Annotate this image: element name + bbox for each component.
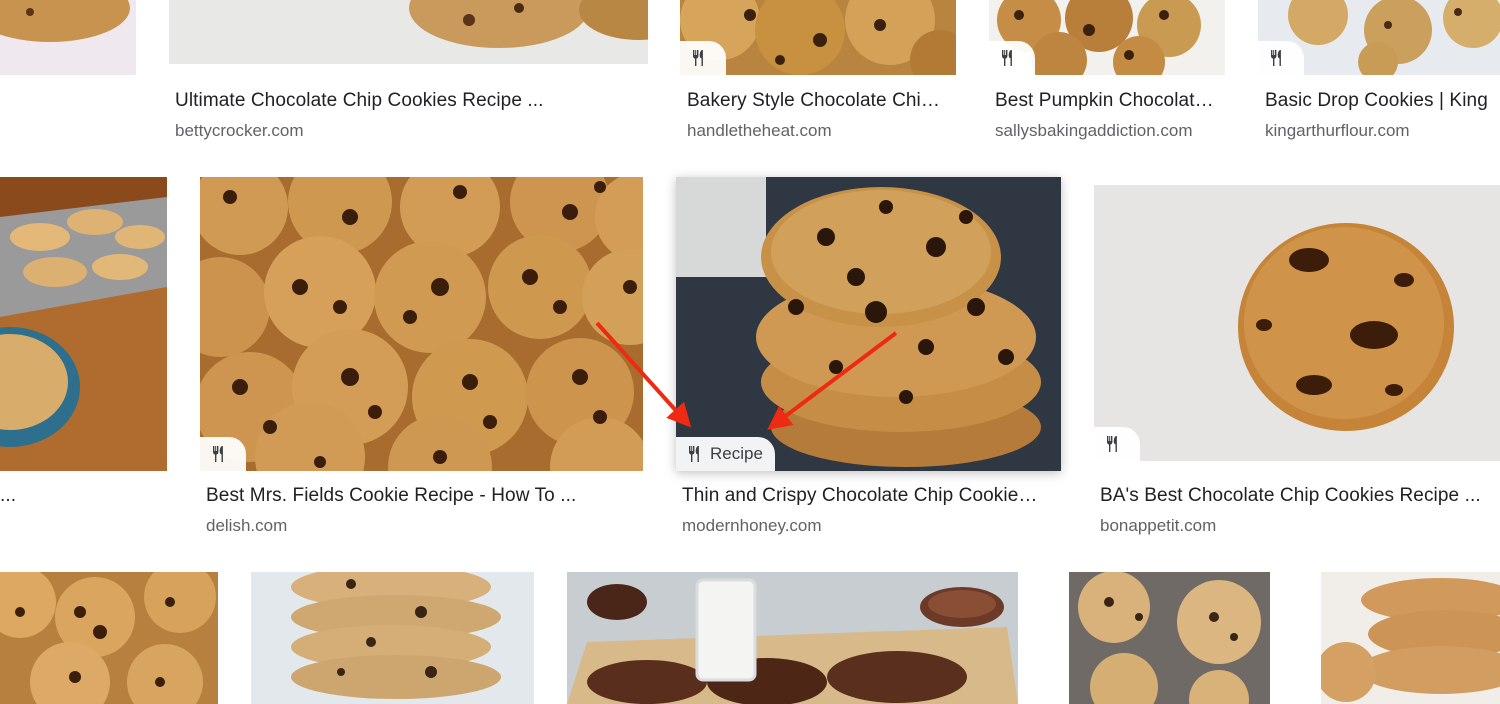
result-title[interactable]: Basic Drop Cookies | King: [1265, 90, 1500, 112]
result-title[interactable]: ...: [0, 485, 30, 507]
recipe-badge: [680, 41, 726, 75]
fork-knife-icon: [1002, 50, 1012, 66]
result-title[interactable]: Ultimate Chocolate Chip Cookies Recipe .…: [175, 90, 605, 112]
recipe-badge: [989, 41, 1035, 75]
result-source[interactable]: bettycrocker.com: [175, 121, 304, 141]
result-source[interactable]: modernhoney.com: [682, 516, 822, 536]
result-title[interactable]: BA's Best Chocolate Chip Cookies Recipe …: [1100, 485, 1495, 507]
result-thumbnail[interactable]: [680, 0, 956, 75]
result-source[interactable]: delish.com: [206, 516, 287, 536]
result-thumbnail[interactable]: [169, 0, 648, 75]
recipe-badge: [200, 437, 246, 471]
recipe-badge: [1094, 427, 1140, 461]
result-source[interactable]: handletheheat.com: [687, 121, 832, 141]
result-thumbnail[interactable]: [1094, 185, 1500, 461]
fork-knife-icon: [693, 50, 703, 66]
result-thumbnail[interactable]: [1069, 572, 1270, 704]
result-title[interactable]: Best Mrs. Fields Cookie Recipe - How To …: [206, 485, 636, 507]
recipe-badge: [1258, 41, 1304, 75]
recipe-badge: Recipe: [676, 437, 775, 471]
result-thumbnail[interactable]: [251, 572, 534, 704]
fork-knife-icon: [213, 446, 223, 462]
result-title[interactable]: Thin and Crispy Chocolate Chip Cookie…: [682, 485, 1047, 507]
result-thumbnail[interactable]: [1258, 0, 1500, 75]
result-thumbnail[interactable]: Recipe: [676, 177, 1061, 471]
result-thumbnail[interactable]: [200, 177, 643, 471]
result-thumbnail[interactable]: [0, 572, 218, 704]
result-source[interactable]: sallysbakingaddiction.com: [995, 121, 1193, 141]
result-source[interactable]: bonappetit.com: [1100, 516, 1216, 536]
fork-knife-icon: [689, 446, 699, 462]
result-source[interactable]: kingarthurflour.com: [1265, 121, 1410, 141]
result-thumbnail[interactable]: [989, 0, 1225, 75]
result-title[interactable]: Best Pumpkin Chocolat…: [995, 90, 1225, 112]
result-thumbnail[interactable]: [1321, 572, 1500, 704]
result-thumbnail[interactable]: [567, 572, 1018, 704]
fork-knife-icon: [1107, 436, 1117, 452]
fork-knife-icon: [1271, 50, 1281, 66]
result-thumbnail[interactable]: [0, 177, 167, 471]
recipe-label: Recipe: [710, 444, 763, 463]
result-title[interactable]: Bakery Style Chocolate Chi…: [687, 90, 949, 112]
result-thumbnail[interactable]: [0, 0, 136, 75]
